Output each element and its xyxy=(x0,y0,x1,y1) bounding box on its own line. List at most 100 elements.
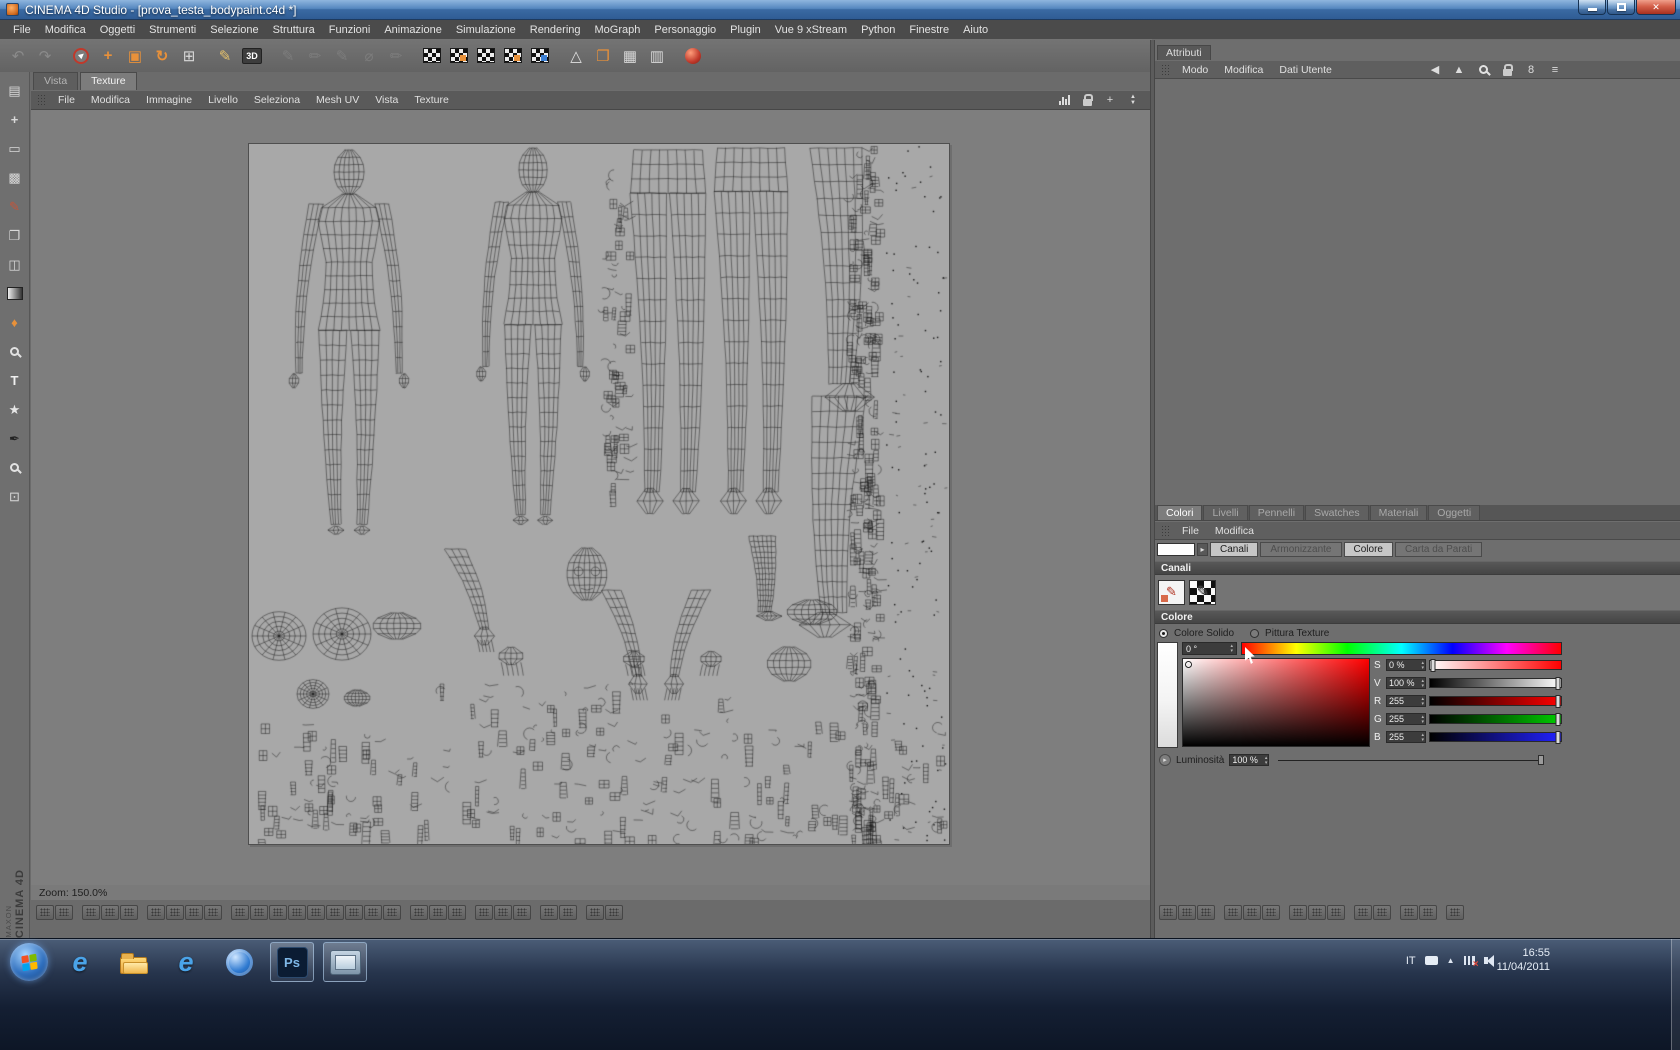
channel-checker-icon-1[interactable] xyxy=(419,43,445,69)
menu-oggetti[interactable]: Oggetti xyxy=(93,22,142,38)
mode-button-carta-da-parati[interactable]: Carta da Parati xyxy=(1395,542,1482,557)
slider-stepper[interactable]: ▴▾ xyxy=(1421,697,1424,707)
small-tool-button[interactable] xyxy=(383,905,401,920)
menu-struttura[interactable]: Struttura xyxy=(266,22,322,38)
clone-stamp-icon[interactable]: ❐ xyxy=(3,225,27,246)
attr-menu-modifica[interactable]: Modifica xyxy=(1217,62,1270,78)
taskbar-app-photoshop[interactable]: Ps xyxy=(270,942,314,982)
small-tool-button[interactable] xyxy=(1178,905,1196,920)
hue-stepper[interactable]: ▴▾ xyxy=(1230,644,1233,654)
maximize-button[interactable] xyxy=(1607,0,1635,15)
small-tool-button[interactable] xyxy=(1159,905,1177,920)
texture-menu-texture[interactable]: Texture xyxy=(407,92,455,108)
color-preview-strip[interactable] xyxy=(1157,642,1178,748)
slider-value-g[interactable]: 255▴▾ xyxy=(1386,713,1426,725)
slider-value-r[interactable]: 255▴▾ xyxy=(1386,695,1426,707)
gradient-tool-icon[interactable] xyxy=(3,283,27,304)
small-tool-button[interactable] xyxy=(605,905,623,920)
tab-livelli[interactable]: Livelli xyxy=(1203,505,1247,520)
star-shape-icon[interactable]: ★ xyxy=(3,399,27,420)
small-tool-button[interactable] xyxy=(345,905,363,920)
small-tool-button[interactable] xyxy=(231,905,249,920)
taskbar-app-internet-explorer-2[interactable]: e xyxy=(164,942,208,982)
small-tool-button[interactable] xyxy=(147,905,165,920)
eraser-icon[interactable]: ◫ xyxy=(3,254,27,275)
texture-menu-vista[interactable]: Vista xyxy=(368,92,405,108)
menu-rendering[interactable]: Rendering xyxy=(523,22,588,38)
minimize-button[interactable] xyxy=(1578,0,1606,15)
uv-mesh-grid-icon[interactable]: ▦ xyxy=(617,43,643,69)
zoom-tool-icon[interactable] xyxy=(3,457,27,478)
taskbar-app-media-player[interactable] xyxy=(217,942,261,982)
swatch-expand-arrow[interactable]: ▸ xyxy=(1197,543,1208,556)
texture-menu-mesh-uv[interactable]: Mesh UV xyxy=(309,92,366,108)
small-tool-button[interactable] xyxy=(475,905,493,920)
small-tool-button[interactable] xyxy=(36,905,54,920)
tab-attributi[interactable]: Attributi xyxy=(1157,45,1211,60)
luminosita-expand-button[interactable]: ▸ xyxy=(1159,754,1171,766)
small-tool-button[interactable] xyxy=(540,905,558,920)
histogram-icon[interactable] xyxy=(1057,92,1071,108)
tab-colori[interactable]: Colori xyxy=(1157,505,1202,520)
menubar-grip[interactable] xyxy=(1161,64,1169,76)
rotate-icon[interactable]: ↻ xyxy=(149,43,175,69)
slider-handle-s[interactable] xyxy=(1430,659,1435,672)
channel-thumb-alpha[interactable] xyxy=(1189,580,1216,605)
slider-stepper[interactable]: ▴▾ xyxy=(1421,715,1424,725)
texture-viewport[interactable] xyxy=(31,110,1150,885)
tab-pennelli[interactable]: Pennelli xyxy=(1249,505,1304,520)
small-tool-button[interactable] xyxy=(559,905,577,920)
menu-plugin[interactable]: Plugin xyxy=(723,22,768,38)
raybrush-view-icon[interactable]: ✎ xyxy=(275,43,301,69)
small-tool-button[interactable] xyxy=(1373,905,1391,920)
redo-icon[interactable]: ↷ xyxy=(32,43,58,69)
slider-track-v[interactable] xyxy=(1429,678,1562,688)
panel-up-icon[interactable]: ▲ xyxy=(1452,62,1466,78)
current-color-swatch[interactable] xyxy=(1157,543,1195,556)
slider-track-r[interactable] xyxy=(1429,696,1562,706)
render-sphere-icon[interactable] xyxy=(680,43,706,69)
tab-materiali[interactable]: Materiali xyxy=(1370,505,1428,520)
slider-handle-b[interactable] xyxy=(1556,731,1561,744)
live-selection-icon[interactable] xyxy=(68,43,94,69)
slider-value-s[interactable]: 0 %▴▾ xyxy=(1386,659,1426,671)
small-tool-button[interactable] xyxy=(326,905,344,920)
menu-file[interactable]: File xyxy=(6,22,38,38)
volume-icon[interactable] xyxy=(1484,957,1488,964)
taskbar-clock[interactable]: 16:55 11/04/2011 xyxy=(1497,947,1550,975)
texture-menu-seleziona[interactable]: Seleziona xyxy=(247,92,307,108)
small-tool-button[interactable] xyxy=(448,905,466,920)
small-tool-button[interactable] xyxy=(1354,905,1372,920)
menu-finestre[interactable]: Finestre xyxy=(902,22,956,38)
slider-stepper[interactable]: ▴▾ xyxy=(1421,679,1424,689)
lock-view-icon[interactable] xyxy=(1080,92,1094,108)
slider-handle-v[interactable] xyxy=(1556,677,1561,690)
keyboard-icon[interactable] xyxy=(1425,956,1438,965)
small-tool-button[interactable] xyxy=(1419,905,1437,920)
small-tool-button[interactable] xyxy=(1197,905,1215,920)
slider-handle-r[interactable] xyxy=(1556,695,1561,708)
history-back-icon[interactable]: ◀ xyxy=(1428,62,1442,78)
saturation-value-square[interactable] xyxy=(1182,658,1370,747)
small-tool-button[interactable] xyxy=(55,905,73,920)
small-tool-button[interactable] xyxy=(410,905,428,920)
channel-checker-icon-3[interactable] xyxy=(473,43,499,69)
luminosita-value[interactable]: 100 % ▴▾ xyxy=(1229,754,1269,766)
menubar-grip[interactable] xyxy=(37,94,45,106)
small-tool-button[interactable] xyxy=(250,905,268,920)
small-tool-button[interactable] xyxy=(101,905,119,920)
slider-track-g[interactable] xyxy=(1429,714,1562,724)
small-tool-button[interactable] xyxy=(307,905,325,920)
paint-3d-icon[interactable]: 3D xyxy=(239,43,265,69)
tab-vista[interactable]: Vista xyxy=(33,72,78,90)
color-menu-file[interactable]: File xyxy=(1175,523,1206,539)
small-tool-button[interactable] xyxy=(586,905,604,920)
panel-menu-icon[interactable]: ≡ xyxy=(1548,62,1562,78)
luminosita-slider[interactable] xyxy=(1278,754,1544,766)
small-tool-button[interactable] xyxy=(1243,905,1261,920)
slider-track-s[interactable] xyxy=(1429,660,1562,670)
small-tool-button[interactable] xyxy=(204,905,222,920)
small-tool-button[interactable] xyxy=(364,905,382,920)
layer-manager-icon[interactable]: ▤ xyxy=(3,80,27,101)
small-tool-button[interactable] xyxy=(269,905,287,920)
